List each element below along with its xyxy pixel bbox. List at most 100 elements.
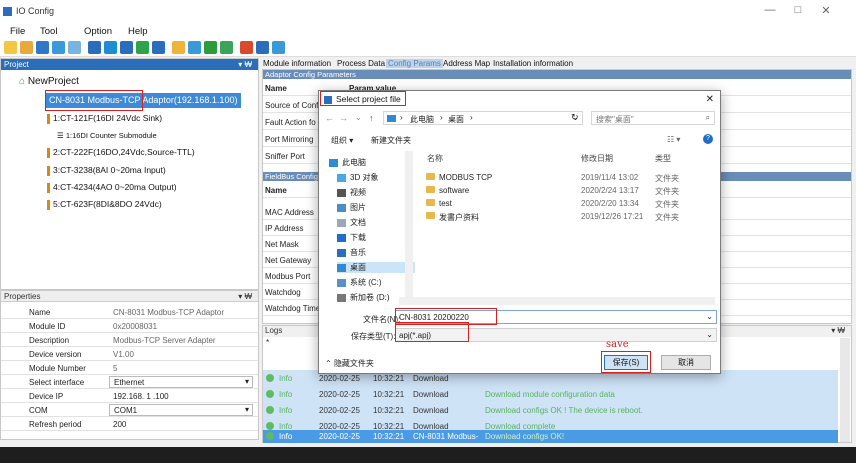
prop-value[interactable]: Modbus-TCP Server Adapter <box>113 336 216 345</box>
device-ip-input[interactable]: 192.168. 1 .100 <box>113 392 169 401</box>
upload-icon[interactable] <box>136 41 149 54</box>
settings-icon[interactable] <box>68 41 81 54</box>
device-icon[interactable] <box>220 41 233 54</box>
menu-help[interactable]: Help <box>128 26 148 37</box>
up-arrow-icon[interactable]: ↑ <box>369 113 374 123</box>
path-this-pc[interactable]: 此电脑 <box>410 114 434 125</box>
search-input[interactable]: 搜索"桌面" ⌕ <box>591 111 715 125</box>
horizontal-scrollbar[interactable] <box>399 297 715 305</box>
properties-panel: Properties ▾ ₩ Name CN-8031 Modbus-TCP Ad… <box>0 290 259 440</box>
tab-process-data[interactable]: Process Data <box>337 59 385 68</box>
log-scrollbar[interactable] <box>840 338 850 442</box>
back-arrow-icon[interactable]: ← <box>325 113 334 123</box>
annotation-box-adaptor <box>45 90 143 111</box>
save-as-icon[interactable] <box>52 41 65 54</box>
file-row[interactable]: MODBUS TCP 2019/11/4 13:02 文件夹 <box>423 171 703 184</box>
view-options-icon[interactable]: ☷ ▾ <box>667 135 680 144</box>
interface-select[interactable]: Ethernet ▾ <box>109 376 253 388</box>
save-icon[interactable] <box>36 41 49 54</box>
address-bar[interactable]: › 此电脑 › 桌面 › ⌄ <box>383 111 583 125</box>
log-row[interactable]: Info 2020-02-25 10:32:21 Download Downlo… <box>263 402 838 418</box>
search-icon[interactable] <box>88 41 101 54</box>
refresh-icon[interactable] <box>104 41 117 54</box>
nav-new-volume-d[interactable]: 新加卷 (D:) <box>337 292 390 303</box>
tab-installation-information[interactable]: Installation information <box>493 59 573 68</box>
refresh-icon[interactable]: ↻ <box>571 112 579 123</box>
tree-item-module-5[interactable]: 5:CT-623F(8DI&8DO 24Vdc) <box>47 199 162 210</box>
file-type: 文件夹 <box>655 187 679 196</box>
nav-documents[interactable]: 文档 <box>337 217 366 228</box>
recent-chevron-icon[interactable]: ⌄ <box>355 113 362 122</box>
nav-music[interactable]: 音乐 <box>337 247 366 258</box>
chevron-down-icon[interactable]: ⌄ <box>706 312 713 321</box>
dialog-close-icon[interactable]: ✕ <box>706 94 714 105</box>
tab-module-information[interactable]: Module information <box>263 59 331 68</box>
file-row[interactable]: 发書户资料 2019/12/26 17:21 文件夹 <box>423 210 703 223</box>
prop-value[interactable]: CN-8031 Modbus-TCP Adaptor <box>113 308 224 317</box>
menu-tool[interactable]: Tool <box>40 26 57 37</box>
nav-system-c[interactable]: 系统 (C:) <box>337 277 382 288</box>
log-row-selected[interactable]: Info 2020-02-25 10:32:21 CN-8031 Modbus-… <box>263 430 838 443</box>
open-folder-icon[interactable] <box>20 41 33 54</box>
tree-item-submodule[interactable]: ☰ 1:16DI Counter Submodule <box>57 131 157 140</box>
menu-file[interactable]: File <box>10 26 25 37</box>
column-name[interactable]: 名称 <box>427 153 443 164</box>
monitor-icon[interactable] <box>188 41 201 54</box>
panel-pin-icon[interactable]: ▾ ₩ <box>831 326 845 335</box>
nav-3d-objects[interactable]: 3D 对象 <box>337 172 378 183</box>
column-date-modified[interactable]: 修改日期 <box>581 153 613 164</box>
prop-value[interactable]: 0x20008031 <box>113 322 157 331</box>
log-date: 2020-02-25 <box>319 432 360 441</box>
prop-value[interactable]: 5 <box>113 364 117 373</box>
refresh-period-input[interactable]: 200 <box>113 420 126 429</box>
new-folder-button[interactable]: 新建文件夹 <box>371 135 411 146</box>
tree-root[interactable]: ⌂ NewProject <box>19 76 79 87</box>
hide-folders-toggle[interactable]: ⌃ 隐藏文件夹 <box>325 358 374 369</box>
tree-item-module-4[interactable]: 4:CT-4234(4AO 0~20ma Output) <box>47 182 177 193</box>
window-icon[interactable] <box>272 41 285 54</box>
connect-icon[interactable] <box>120 41 133 54</box>
tree-item-module-1[interactable]: 1:CT-121F(16DI 24Vdc Sink) <box>47 113 162 124</box>
close-button[interactable]: ✕ <box>816 4 836 17</box>
log-message: Download configs OK ! The device is rebo… <box>485 406 643 415</box>
tab-config-params[interactable]: Config Params <box>386 59 443 68</box>
module-icon <box>47 199 50 210</box>
save-annotation-text: save <box>606 339 629 350</box>
new-icon[interactable] <box>4 41 17 54</box>
list-icon[interactable] <box>172 41 185 54</box>
nav-videos[interactable]: 视频 <box>337 187 366 198</box>
minimize-button[interactable]: — <box>760 4 780 16</box>
delete-icon[interactable] <box>240 41 253 54</box>
module-icon <box>47 182 50 193</box>
prop-value[interactable]: V1.00 <box>113 350 134 359</box>
nav-scrollbar[interactable] <box>405 151 413 301</box>
comment-icon[interactable] <box>256 41 269 54</box>
nav-label: 新加卷 (D:) <box>350 293 390 302</box>
panel-pin-icon[interactable]: ▾ ₩ <box>238 59 252 70</box>
panel-pin-icon[interactable]: ▾ ₩ <box>238 291 252 302</box>
file-row[interactable]: test 2020/2/20 13:34 文件夹 <box>423 197 703 210</box>
organize-button[interactable]: 组织 ▾ <box>331 135 353 146</box>
nav-downloads[interactable]: 下载 <box>337 232 366 243</box>
maximize-button[interactable]: □ <box>788 4 808 16</box>
nav-label: 视频 <box>350 188 366 197</box>
tab-address-map[interactable]: Address Map <box>443 59 490 68</box>
nav-this-pc[interactable]: 此电脑 <box>329 157 366 168</box>
info-icon[interactable] <box>152 41 165 54</box>
download-icon[interactable] <box>204 41 217 54</box>
submodule-label: 1:16DI Counter Submodule <box>65 131 157 140</box>
prop-row: Module Number 5 <box>1 361 258 375</box>
nav-pictures[interactable]: 图片 <box>337 202 366 213</box>
log-row[interactable]: Info 2020-02-25 10:32:21 Download Downlo… <box>263 386 838 402</box>
path-desktop[interactable]: 桌面 <box>448 114 464 125</box>
file-row[interactable]: software 2020/2/24 13:17 文件夹 <box>423 184 703 197</box>
cancel-button[interactable]: 取消 <box>661 355 711 370</box>
tree-item-module-2[interactable]: 2:CT-222F(16DO,24Vdc,Source-TTL) <box>47 147 195 158</box>
com-select[interactable]: COM1 ▾ <box>109 404 253 416</box>
nav-desktop[interactable]: 桌面 <box>337 262 415 273</box>
tree-item-module-3[interactable]: 3:CT-3238(8AI 0~20ma Input) <box>47 165 166 176</box>
column-type[interactable]: 类型 <box>655 153 671 164</box>
menu-option[interactable]: Option <box>84 26 112 37</box>
forward-arrow-icon[interactable]: → <box>339 113 348 123</box>
help-icon[interactable]: ? <box>703 134 713 144</box>
